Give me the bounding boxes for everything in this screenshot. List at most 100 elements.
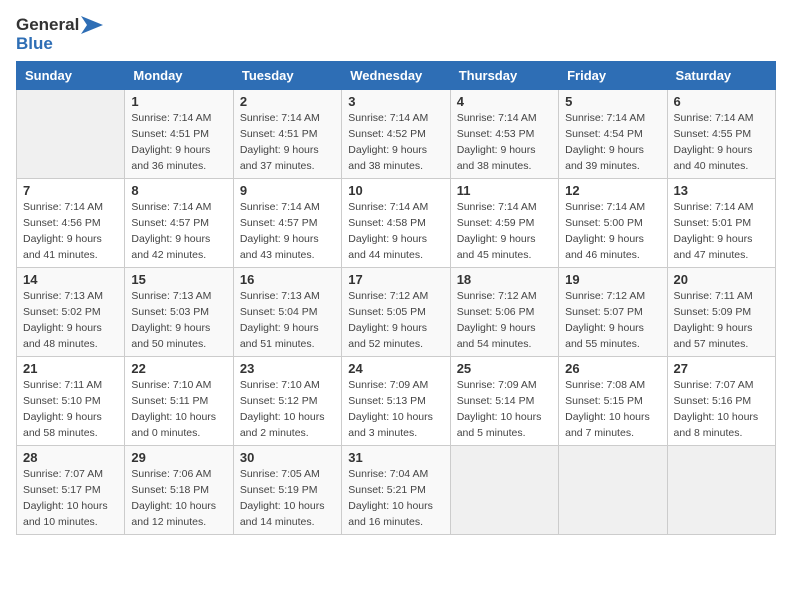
logo-general: General <box>16 16 79 35</box>
calendar-cell <box>450 446 558 535</box>
day-number: 6 <box>674 94 769 109</box>
calendar-cell <box>17 90 125 179</box>
day-number: 9 <box>240 183 335 198</box>
calendar-table: SundayMondayTuesdayWednesdayThursdayFrid… <box>16 61 776 535</box>
calendar-cell: 6 Sunrise: 7:14 AMSunset: 4:55 PMDaylight… <box>667 90 775 179</box>
day-detail: Sunrise: 7:14 AMSunset: 5:00 PMDaylight:… <box>565 200 660 263</box>
day-number: 28 <box>23 450 118 465</box>
calendar-cell: 22 Sunrise: 7:10 AMSunset: 5:11 PMDayligh… <box>125 357 233 446</box>
header-row: SundayMondayTuesdayWednesdayThursdayFrid… <box>17 62 776 90</box>
day-detail: Sunrise: 7:13 AMSunset: 5:02 PMDaylight:… <box>23 289 118 352</box>
day-detail: Sunrise: 7:04 AMSunset: 5:21 PMDaylight:… <box>348 467 443 530</box>
day-detail: Sunrise: 7:13 AMSunset: 5:03 PMDaylight:… <box>131 289 226 352</box>
calendar-cell: 3 Sunrise: 7:14 AMSunset: 4:52 PMDaylight… <box>342 90 450 179</box>
day-detail: Sunrise: 7:09 AMSunset: 5:13 PMDaylight:… <box>348 378 443 441</box>
day-number: 12 <box>565 183 660 198</box>
week-row-2: 7 Sunrise: 7:14 AMSunset: 4:56 PMDaylight… <box>17 179 776 268</box>
day-detail: Sunrise: 7:10 AMSunset: 5:12 PMDaylight:… <box>240 378 335 441</box>
week-row-1: 1 Sunrise: 7:14 AMSunset: 4:51 PMDaylight… <box>17 90 776 179</box>
day-detail: Sunrise: 7:14 AMSunset: 4:51 PMDaylight:… <box>131 111 226 174</box>
day-number: 22 <box>131 361 226 376</box>
day-number: 3 <box>348 94 443 109</box>
calendar-cell: 31 Sunrise: 7:04 AMSunset: 5:21 PMDayligh… <box>342 446 450 535</box>
calendar-cell: 1 Sunrise: 7:14 AMSunset: 4:51 PMDaylight… <box>125 90 233 179</box>
logo: General Blue <box>16 16 103 53</box>
calendar-cell: 27 Sunrise: 7:07 AMSunset: 5:16 PMDayligh… <box>667 357 775 446</box>
day-number: 1 <box>131 94 226 109</box>
calendar-cell: 7 Sunrise: 7:14 AMSunset: 4:56 PMDaylight… <box>17 179 125 268</box>
calendar-cell <box>559 446 667 535</box>
logo-blue: Blue <box>16 35 103 54</box>
calendar-cell: 23 Sunrise: 7:10 AMSunset: 5:12 PMDayligh… <box>233 357 341 446</box>
day-number: 18 <box>457 272 552 287</box>
calendar-cell: 26 Sunrise: 7:08 AMSunset: 5:15 PMDayligh… <box>559 357 667 446</box>
day-number: 5 <box>565 94 660 109</box>
header-day-thursday: Thursday <box>450 62 558 90</box>
week-row-5: 28 Sunrise: 7:07 AMSunset: 5:17 PMDayligh… <box>17 446 776 535</box>
day-detail: Sunrise: 7:13 AMSunset: 5:04 PMDaylight:… <box>240 289 335 352</box>
calendar-cell: 30 Sunrise: 7:05 AMSunset: 5:19 PMDayligh… <box>233 446 341 535</box>
calendar-cell: 29Sunrise: 7:06 AMSunset: 5:18 PMDayligh… <box>125 446 233 535</box>
calendar-cell: 20 Sunrise: 7:11 AMSunset: 5:09 PMDayligh… <box>667 268 775 357</box>
day-detail: Sunrise: 7:08 AMSunset: 5:15 PMDaylight:… <box>565 378 660 441</box>
day-number: 30 <box>240 450 335 465</box>
day-number: 17 <box>348 272 443 287</box>
header-day-sunday: Sunday <box>17 62 125 90</box>
day-detail: Sunrise: 7:14 AMSunset: 4:57 PMDaylight:… <box>240 200 335 263</box>
calendar-cell: 12 Sunrise: 7:14 AMSunset: 5:00 PMDayligh… <box>559 179 667 268</box>
day-number: 8 <box>131 183 226 198</box>
page-header: General Blue <box>16 16 776 53</box>
header-day-tuesday: Tuesday <box>233 62 341 90</box>
day-detail: Sunrise: 7:14 AMSunset: 5:01 PMDaylight:… <box>674 200 769 263</box>
day-detail: Sunrise: 7:14 AMSunset: 4:57 PMDaylight:… <box>131 200 226 263</box>
calendar-cell: 13 Sunrise: 7:14 AMSunset: 5:01 PMDayligh… <box>667 179 775 268</box>
calendar-cell: 11Sunrise: 7:14 AMSunset: 4:59 PMDayligh… <box>450 179 558 268</box>
header-day-saturday: Saturday <box>667 62 775 90</box>
week-row-3: 14 Sunrise: 7:13 AMSunset: 5:02 PMDayligh… <box>17 268 776 357</box>
calendar-cell: 16Sunrise: 7:13 AMSunset: 5:04 PMDayligh… <box>233 268 341 357</box>
day-detail: Sunrise: 7:11 AMSunset: 5:10 PMDaylight:… <box>23 378 118 441</box>
day-number: 13 <box>674 183 769 198</box>
day-detail: Sunrise: 7:14 AMSunset: 4:56 PMDaylight:… <box>23 200 118 263</box>
day-number: 7 <box>23 183 118 198</box>
day-number: 23 <box>240 361 335 376</box>
day-detail: Sunrise: 7:14 AMSunset: 4:54 PMDaylight:… <box>565 111 660 174</box>
calendar-cell: 21Sunrise: 7:11 AMSunset: 5:10 PMDayligh… <box>17 357 125 446</box>
logo-arrow-icon <box>81 16 103 34</box>
day-detail: Sunrise: 7:07 AMSunset: 5:17 PMDaylight:… <box>23 467 118 530</box>
day-detail: Sunrise: 7:12 AMSunset: 5:05 PMDaylight:… <box>348 289 443 352</box>
day-number: 14 <box>23 272 118 287</box>
day-number: 24 <box>348 361 443 376</box>
calendar-cell: 4Sunrise: 7:14 AMSunset: 4:53 PMDaylight… <box>450 90 558 179</box>
calendar-cell: 25Sunrise: 7:09 AMSunset: 5:14 PMDayligh… <box>450 357 558 446</box>
calendar-cell: 19Sunrise: 7:12 AMSunset: 5:07 PMDayligh… <box>559 268 667 357</box>
day-detail: Sunrise: 7:14 AMSunset: 4:59 PMDaylight:… <box>457 200 552 263</box>
day-detail: Sunrise: 7:10 AMSunset: 5:11 PMDaylight:… <box>131 378 226 441</box>
calendar-cell: 14 Sunrise: 7:13 AMSunset: 5:02 PMDayligh… <box>17 268 125 357</box>
week-row-4: 21Sunrise: 7:11 AMSunset: 5:10 PMDayligh… <box>17 357 776 446</box>
day-number: 31 <box>348 450 443 465</box>
day-detail: Sunrise: 7:07 AMSunset: 5:16 PMDaylight:… <box>674 378 769 441</box>
day-number: 27 <box>674 361 769 376</box>
day-number: 26 <box>565 361 660 376</box>
day-number: 15 <box>131 272 226 287</box>
day-detail: Sunrise: 7:14 AMSunset: 4:55 PMDaylight:… <box>674 111 769 174</box>
day-detail: Sunrise: 7:14 AMSunset: 4:52 PMDaylight:… <box>348 111 443 174</box>
day-detail: Sunrise: 7:14 AMSunset: 4:53 PMDaylight:… <box>457 111 552 174</box>
calendar-cell: 15 Sunrise: 7:13 AMSunset: 5:03 PMDayligh… <box>125 268 233 357</box>
header-day-friday: Friday <box>559 62 667 90</box>
calendar-cell: 8 Sunrise: 7:14 AMSunset: 4:57 PMDaylight… <box>125 179 233 268</box>
day-detail: Sunrise: 7:05 AMSunset: 5:19 PMDaylight:… <box>240 467 335 530</box>
calendar-cell: 5 Sunrise: 7:14 AMSunset: 4:54 PMDaylight… <box>559 90 667 179</box>
header-day-wednesday: Wednesday <box>342 62 450 90</box>
day-detail: Sunrise: 7:09 AMSunset: 5:14 PMDaylight:… <box>457 378 552 441</box>
day-detail: Sunrise: 7:12 AMSunset: 5:06 PMDaylight:… <box>457 289 552 352</box>
day-number: 10 <box>348 183 443 198</box>
calendar-cell: 10Sunrise: 7:14 AMSunset: 4:58 PMDayligh… <box>342 179 450 268</box>
calendar-cell <box>667 446 775 535</box>
day-detail: Sunrise: 7:14 AMSunset: 4:51 PMDaylight:… <box>240 111 335 174</box>
day-number: 19 <box>565 272 660 287</box>
calendar-cell: 2Sunrise: 7:14 AMSunset: 4:51 PMDaylight… <box>233 90 341 179</box>
day-number: 20 <box>674 272 769 287</box>
day-detail: Sunrise: 7:11 AMSunset: 5:09 PMDaylight:… <box>674 289 769 352</box>
